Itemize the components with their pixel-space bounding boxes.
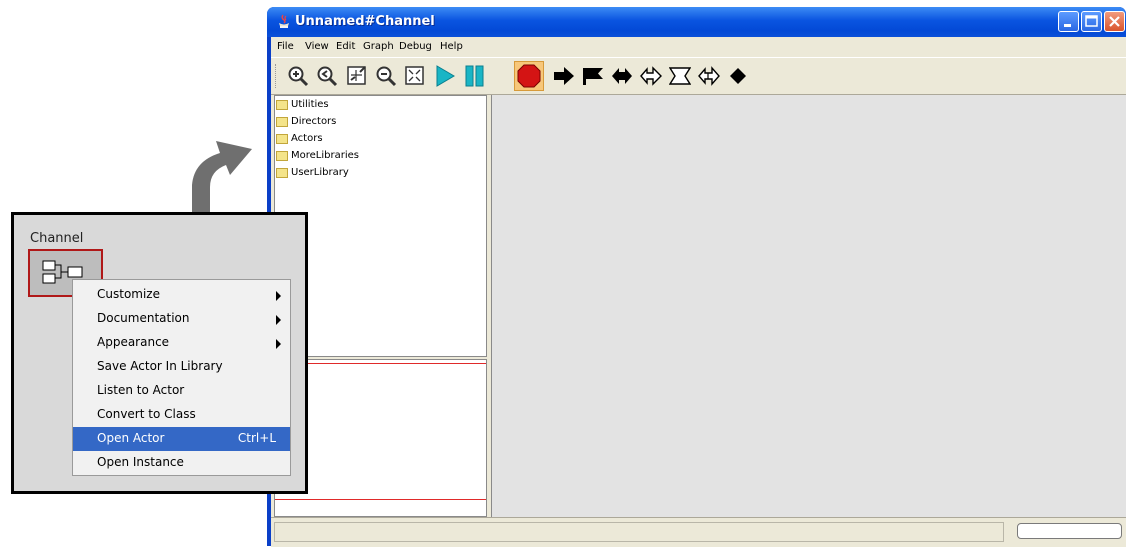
double-arrow-button[interactable] bbox=[611, 65, 633, 87]
menu-edit[interactable]: Edit bbox=[336, 41, 355, 52]
menu-item-save-actor-in-library[interactable]: Save Actor In Library bbox=[73, 355, 290, 379]
stop-icon bbox=[517, 64, 541, 88]
toolbar bbox=[271, 57, 1126, 95]
zoom-in-icon bbox=[288, 66, 309, 87]
pause-icon bbox=[465, 65, 484, 87]
menu-item-open-instance[interactable]: Open Instance bbox=[73, 451, 290, 475]
zoom-fit-button[interactable] bbox=[346, 65, 368, 87]
flag-icon bbox=[583, 68, 603, 85]
folder-icon bbox=[276, 134, 288, 144]
context-menu-inset: Channel Customize Documentation Appearan… bbox=[11, 212, 308, 494]
run-icon bbox=[436, 65, 455, 87]
menu-item-customize[interactable]: Customize bbox=[73, 283, 290, 307]
status-message bbox=[274, 522, 1004, 542]
zoom-fit-icon bbox=[347, 66, 366, 85]
viewport-bottom-line bbox=[275, 499, 486, 500]
toolbar-grip[interactable] bbox=[275, 64, 278, 88]
close-button[interactable] bbox=[1104, 11, 1125, 32]
window-title: Unnamed#Channel bbox=[295, 14, 435, 29]
hollow-flag-icon bbox=[668, 67, 692, 85]
zoom-reset-button[interactable] bbox=[316, 65, 338, 87]
curved-arrow-icon bbox=[192, 141, 252, 213]
java-coffee-icon bbox=[279, 14, 289, 28]
folder-icon bbox=[276, 151, 288, 161]
menu-item-documentation[interactable]: Documentation bbox=[73, 307, 290, 331]
graph-canvas[interactable] bbox=[491, 95, 1126, 517]
menu-file[interactable]: File bbox=[277, 41, 294, 52]
forward-arrow-button[interactable] bbox=[553, 65, 575, 87]
menu-help[interactable]: Help bbox=[440, 41, 463, 52]
stop-button[interactable] bbox=[514, 61, 544, 91]
run-button[interactable] bbox=[434, 65, 456, 87]
minimize-button[interactable] bbox=[1058, 11, 1079, 32]
full-screen-icon bbox=[405, 66, 424, 85]
title-bar[interactable]: Unnamed#Channel bbox=[267, 7, 1126, 37]
full-screen-button[interactable] bbox=[404, 65, 426, 87]
flag-button[interactable] bbox=[582, 65, 604, 87]
window-client-area: File View Edit Graph Debug Help Utilitie… bbox=[271, 37, 1126, 547]
menu-graph[interactable]: Graph bbox=[363, 41, 394, 52]
hollow-double-arrow-icon bbox=[698, 66, 720, 86]
zoom-in-button[interactable] bbox=[287, 65, 309, 87]
split-pane-divider[interactable] bbox=[487, 95, 490, 517]
folder-icon bbox=[276, 100, 288, 110]
menu-view[interactable]: View bbox=[305, 41, 329, 52]
zoom-out-button[interactable] bbox=[375, 65, 397, 87]
menu-item-convert-to-class[interactable]: Convert to Class bbox=[73, 403, 290, 427]
maximize-icon bbox=[1085, 15, 1098, 27]
zoom-out-icon bbox=[376, 66, 397, 87]
submenu-arrow-icon bbox=[276, 315, 281, 325]
submenu-arrow-icon bbox=[276, 339, 281, 349]
diamond-icon bbox=[730, 68, 746, 84]
actor-name-label: Channel bbox=[30, 231, 84, 246]
menu-item-appearance[interactable]: Appearance bbox=[73, 331, 290, 355]
shortcut-label: Ctrl+L bbox=[237, 431, 276, 445]
forward-arrow-icon bbox=[554, 67, 574, 85]
folder-icon bbox=[276, 168, 288, 178]
hollow-double-arrow-button[interactable] bbox=[698, 65, 720, 87]
maximize-button[interactable] bbox=[1081, 11, 1102, 32]
context-menu: Customize Documentation Appearance Save … bbox=[72, 279, 291, 476]
double-arrow-icon bbox=[612, 68, 632, 84]
zoom-reset-icon bbox=[317, 66, 338, 87]
minimize-icon bbox=[1064, 24, 1071, 27]
diamond-button[interactable] bbox=[727, 65, 749, 87]
menu-debug[interactable]: Debug bbox=[399, 41, 432, 52]
hollow-flag-button[interactable] bbox=[668, 65, 692, 87]
folder-icon bbox=[276, 117, 288, 127]
progress-bar bbox=[1017, 523, 1122, 539]
status-bar bbox=[271, 517, 1126, 547]
hollow-arrow-icon bbox=[640, 66, 662, 86]
submenu-arrow-icon bbox=[276, 291, 281, 301]
pause-button[interactable] bbox=[464, 65, 486, 87]
close-icon bbox=[1109, 16, 1120, 27]
app-window: Unnamed#Channel File View Edit Graph Deb… bbox=[267, 7, 1126, 547]
menu-bar: File View Edit Graph Debug Help bbox=[271, 37, 1126, 56]
menu-item-open-actor[interactable]: Open Actor Ctrl+L bbox=[73, 427, 290, 451]
hollow-arrow-button[interactable] bbox=[640, 65, 662, 87]
menu-item-listen-to-actor[interactable]: Listen to Actor bbox=[73, 379, 290, 403]
